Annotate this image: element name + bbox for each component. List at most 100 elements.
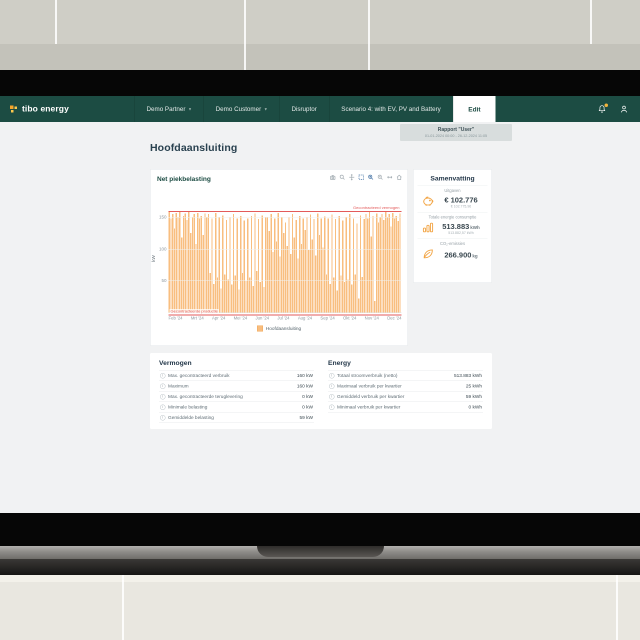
nav-item-label: Demo Partner bbox=[147, 106, 186, 113]
desk-surface bbox=[0, 575, 640, 640]
report-chip: Rapport "User" 01-01-2024 00:00 - 26-12-… bbox=[400, 124, 512, 141]
nav-item-scenario-4-with-ev-pv-and-battery[interactable]: Scenario 4: with EV, PV and Battery bbox=[329, 96, 453, 122]
energy-table-title: Energy bbox=[328, 359, 483, 367]
y-axis-tick: 100 bbox=[153, 246, 167, 251]
gridline bbox=[169, 281, 402, 282]
info-icon[interactable]: i bbox=[160, 415, 166, 421]
row-value: 160 kW bbox=[297, 373, 313, 379]
y-axis-label: kW bbox=[151, 255, 156, 262]
nav-item-demo-partner[interactable]: Demo Partner▾ bbox=[134, 96, 203, 122]
nav-item-demo-customer[interactable]: Demo Customer▾ bbox=[203, 96, 279, 122]
stat-value: 266.900kg bbox=[439, 251, 484, 260]
info-icon[interactable]: i bbox=[329, 373, 335, 379]
edit-tab[interactable]: Edit bbox=[453, 96, 496, 122]
stat-label: Uitgaven bbox=[419, 189, 487, 194]
row-value: 160 kW bbox=[297, 383, 313, 389]
scene: tibo energy Demo Partner▾Demo Customer▾D… bbox=[0, 0, 640, 640]
x-axis-tick: Apr '24 bbox=[212, 316, 225, 321]
x-axis-tick: Jun '24 bbox=[256, 316, 270, 321]
row-label: Minimale belasting bbox=[168, 404, 207, 410]
vermogen-table: Vermogen iMax. gecontracteerd verbruik16… bbox=[159, 359, 314, 423]
chevron-down-icon: ▾ bbox=[189, 106, 191, 112]
table-row: iMinimaal verbruik per kwartier 0 kWh bbox=[328, 402, 483, 413]
row-value: 59 kW bbox=[300, 415, 313, 421]
stat-subtext: € 102.775,96 bbox=[439, 205, 484, 209]
peak-load-chart-card: Net piekbelasting kW 50100150Gecontracte… bbox=[150, 169, 408, 346]
bar-chart-icon bbox=[422, 221, 435, 237]
user-profile-icon[interactable] bbox=[619, 104, 629, 114]
info-icon[interactable]: i bbox=[329, 383, 335, 389]
x-axis-tick: Aug '24 bbox=[298, 316, 312, 321]
download-icon[interactable] bbox=[330, 174, 337, 181]
pan-icon[interactable] bbox=[349, 174, 356, 181]
stat-subtext: 513.882,57 kWh bbox=[439, 232, 484, 236]
table-row: iMinimale belasting 0 kW bbox=[159, 402, 314, 413]
y-axis-tick: 150 bbox=[153, 215, 167, 220]
x-axis-tick: Mei '24 bbox=[234, 316, 248, 321]
table-row: iMax. gecontracteerd verbruik160 kW bbox=[159, 370, 314, 381]
zoom-out-icon[interactable] bbox=[377, 174, 384, 181]
chart-plot-area[interactable]: kW 50100150Gecontracteerd vermogenGecont… bbox=[169, 205, 402, 314]
legend-swatch bbox=[257, 326, 263, 332]
stat-value: 513.883kWh bbox=[439, 223, 484, 232]
gridline bbox=[169, 249, 402, 250]
info-icon[interactable]: i bbox=[160, 373, 166, 379]
reference-line-label: Gecontracteerd vermogen bbox=[352, 205, 400, 210]
stat-label: CO₂-emissies bbox=[419, 242, 487, 247]
info-icon[interactable]: i bbox=[160, 394, 166, 400]
info-icon[interactable]: i bbox=[329, 404, 335, 410]
reference-line bbox=[169, 211, 402, 212]
summary-stat-totale-energie-consumptie: Totale energie consumptie513.883kWh513.8… bbox=[418, 212, 488, 239]
x-axis-tick: Sep '24 bbox=[320, 316, 334, 321]
chart-legend[interactable]: Hoofdaansluiting bbox=[151, 326, 408, 332]
desk-highlight bbox=[0, 575, 640, 582]
summary-stats: Uitgaven € 102.776€ 102.775,96 Totale ener… bbox=[418, 186, 488, 266]
row-label: Totaal stroomverbruik (netto) bbox=[337, 373, 397, 379]
row-label: Max. gecontracteerde teruglevering bbox=[168, 394, 243, 400]
row-label: Maximaal verbruik per kwartier bbox=[337, 383, 402, 389]
home-icon[interactable] bbox=[396, 174, 403, 181]
nav-menu: Demo Partner▾Demo Customer▾DisruptorScen… bbox=[134, 96, 453, 122]
metrics-tables: Vermogen iMax. gecontracteerd verbruik16… bbox=[150, 353, 492, 429]
row-label: Minimaal verbruik per kwartier bbox=[337, 404, 400, 410]
chart-modebar bbox=[330, 174, 403, 181]
legend-label: Hoofdaansluiting bbox=[266, 326, 301, 332]
gridline bbox=[169, 217, 402, 218]
brand-logo[interactable]: tibo energy bbox=[0, 96, 134, 122]
nav-item-disruptor[interactable]: Disruptor bbox=[279, 96, 329, 122]
table-row: iTotaal stroomverbruik (netto)513.883 kW… bbox=[328, 370, 483, 381]
vermogen-table-title: Vermogen bbox=[159, 359, 314, 367]
row-value: 0 kWh bbox=[469, 404, 482, 410]
table-row: iGemiddeld verbruik per kwartier 59 kWh bbox=[328, 391, 483, 402]
page-title: Hoofdaansluiting bbox=[150, 142, 237, 154]
wall-panel-line bbox=[590, 0, 592, 44]
x-axis-tick: Nov '24 bbox=[365, 316, 379, 321]
y-axis-tick: 50 bbox=[153, 278, 167, 283]
row-value: 59 kWh bbox=[466, 394, 482, 400]
row-label: Gemiddeld verbruik per kwartier bbox=[337, 394, 404, 400]
zoom-icon[interactable] bbox=[339, 174, 346, 181]
info-icon[interactable]: i bbox=[329, 394, 335, 400]
wall-lower bbox=[0, 44, 640, 70]
select-icon[interactable] bbox=[358, 174, 365, 181]
stat-value: € 102.776 bbox=[439, 196, 484, 205]
notification-badge bbox=[605, 104, 609, 108]
notifications-bell-icon[interactable] bbox=[597, 104, 607, 114]
autoscale-icon[interactable] bbox=[387, 174, 394, 181]
table-row: iMaximum160 kW bbox=[159, 381, 314, 392]
zoom-in-icon[interactable] bbox=[368, 174, 375, 181]
info-icon[interactable]: i bbox=[160, 404, 166, 410]
nav-item-label: Disruptor bbox=[291, 106, 316, 113]
energy-table: Energy iTotaal stroomverbruik (netto)513… bbox=[328, 359, 483, 423]
row-value: 0 kW bbox=[302, 404, 313, 410]
laptop-display: tibo energy Demo Partner▾Demo Customer▾D… bbox=[0, 96, 640, 513]
desk-panel-line bbox=[616, 575, 618, 640]
nav-item-label: Scenario 4: with EV, PV and Battery bbox=[341, 106, 440, 113]
table-row: iGemiddelde belasting59 kW bbox=[159, 412, 314, 423]
wall-panel-line bbox=[244, 0, 246, 70]
laptop-base-edge bbox=[0, 559, 640, 575]
info-icon[interactable]: i bbox=[160, 383, 166, 389]
summary-card: Samenvatting Uitgaven€ 102.776€ 102.775,… bbox=[413, 169, 492, 283]
table-row: iMax. gecontracteerde teruglevering0 kW bbox=[159, 391, 314, 402]
chart-title: Net piekbelasting bbox=[157, 175, 211, 183]
